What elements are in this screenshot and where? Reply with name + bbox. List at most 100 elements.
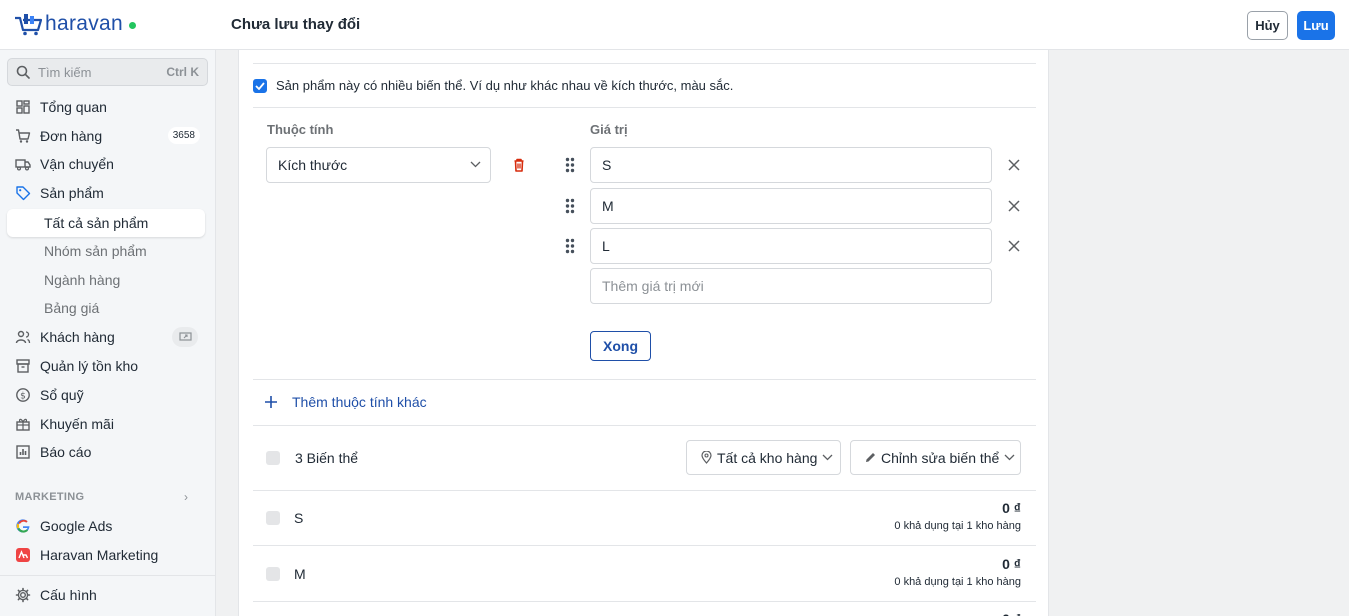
add-attribute-label: Thêm thuộc tính khác (292, 394, 427, 410)
value-input[interactable]: S (590, 147, 992, 183)
divider (253, 63, 1036, 64)
sidebar-item-orders[interactable]: Đơn hàng 3658 (0, 122, 216, 150)
sidebar-item-google-ads[interactable]: Google Ads (0, 512, 216, 540)
chevron-down-icon (1004, 454, 1015, 461)
value-input[interactable]: M (590, 188, 992, 224)
value-input[interactable]: L (590, 228, 992, 264)
sidebar-item-label: Khuyến mãi (40, 416, 114, 432)
cashbook-icon: $ (15, 387, 31, 403)
gear-icon (15, 587, 31, 603)
close-icon[interactable] (1006, 198, 1022, 214)
drag-handle-icon[interactable] (565, 238, 575, 254)
sidebar-item-label: Quản lý tồn kho (40, 358, 139, 374)
chevron-down-icon (822, 454, 833, 461)
value-header: Giá trị (590, 122, 628, 137)
sidebar-item-haravan-marketing[interactable]: Haravan Marketing (0, 541, 216, 569)
done-button[interactable]: Xong (590, 331, 651, 361)
select-all-variants-checkbox[interactable] (266, 451, 280, 465)
haravan-marketing-icon (15, 547, 31, 563)
has-variants-checkbox[interactable] (253, 79, 267, 93)
page-title: Chưa lưu thay đổi (231, 16, 361, 33)
edit-variants-dropdown[interactable]: Chỉnh sửa biến thể (850, 440, 1021, 475)
logo[interactable]: haravan (14, 12, 136, 36)
location-pin-icon (701, 451, 712, 464)
report-icon (15, 444, 31, 460)
orders-count-badge: 3658 (167, 127, 200, 144)
sidebar-item-label: Sản phẩm (40, 185, 104, 201)
sidebar-subitem-product-groups[interactable]: Nhóm sản phẩm (0, 237, 216, 265)
truck-icon (15, 156, 31, 172)
warehouse-filter-label: Tất cả kho hàng (717, 449, 818, 466)
inventory-icon (15, 358, 31, 374)
sidebar-item-overview[interactable]: Tổng quan (0, 93, 216, 121)
drag-handle-icon[interactable] (565, 198, 575, 214)
sidebar-item-promotions[interactable]: Khuyến mãi (0, 410, 216, 438)
sidebar-item-label: Sổ quỹ (40, 387, 84, 403)
google-icon (15, 518, 31, 534)
sidebar-item-customers[interactable]: Khách hàng (0, 323, 216, 351)
sidebar-item-label: Google Ads (40, 518, 113, 534)
sidebar-subitem-categories[interactable]: Ngành hàng (0, 266, 216, 294)
screen-icon (172, 327, 198, 347)
logo-text: haravan (45, 12, 123, 35)
marketing-section-label: MARKETING (15, 491, 85, 503)
dashboard-icon (15, 99, 31, 115)
divider (253, 490, 1036, 491)
variant-price: 0 ₫ (1002, 611, 1021, 616)
divider (253, 601, 1036, 602)
sidebar-item-reports[interactable]: Báo cáo (0, 438, 216, 466)
sidebar-item-label: Vận chuyển (40, 156, 114, 172)
sidebar-divider (0, 575, 216, 576)
sidebar-item-label: Đơn hàng (40, 128, 103, 144)
edit-variants-label: Chỉnh sửa biến thể (881, 449, 1000, 466)
top-bar: haravan Chưa lưu thay đổi Hủy Lưu (0, 0, 1349, 50)
attribute-select[interactable]: Kích thước (266, 147, 491, 183)
sidebar-subitem-all-products[interactable]: Tất cả sản phẩm (7, 209, 205, 237)
haravan-logo-icon (14, 12, 43, 36)
customers-icon (15, 329, 31, 345)
cart-icon (15, 128, 31, 144)
variant-checkbox[interactable] (266, 511, 280, 525)
variant-name: S (294, 510, 304, 526)
variant-price: 0 ₫ (1002, 556, 1021, 572)
sidebar-item-label: Khách hàng (40, 329, 115, 345)
sidebar-item-label: Tổng quan (40, 99, 107, 115)
chevron-down-icon (470, 161, 481, 168)
variant-availability: 0 khả dụng tại 1 kho hàng (894, 576, 1021, 588)
sidebar-item-products[interactable]: Sản phẩm (0, 179, 216, 207)
sidebar-item-label: Haravan Marketing (40, 547, 159, 563)
cancel-button[interactable]: Hủy (1247, 11, 1288, 40)
warehouse-filter-dropdown[interactable]: Tất cả kho hàng (686, 440, 841, 475)
save-button[interactable]: Lưu (1297, 11, 1335, 40)
sidebar-item-cashbook[interactable]: $ Sổ quỹ (0, 381, 216, 409)
sidebar-item-settings[interactable]: Cấu hình (0, 581, 216, 609)
variant-price: 0 ₫ (1002, 500, 1021, 516)
sidebar-item-label: Báo cáo (40, 444, 92, 460)
trash-icon[interactable] (511, 157, 527, 173)
variant-availability: 0 khả dụng tại 1 kho hàng (894, 520, 1021, 532)
tag-icon (15, 185, 31, 201)
close-icon[interactable] (1006, 238, 1022, 254)
sidebar: Tìm kiếm Ctrl K Tổng quan Đơn hàng 3658 … (0, 50, 216, 616)
chevron-right-icon[interactable]: › (184, 490, 188, 504)
sidebar-subitem-price-lists[interactable]: Bảng giá (0, 294, 216, 322)
variant-checkbox[interactable] (266, 567, 280, 581)
has-variants-label: Sản phẩm này có nhiều biến thể. Ví dụ nh… (276, 78, 734, 93)
new-value-input[interactable]: Thêm giá trị mới (590, 268, 992, 304)
add-attribute-link[interactable]: Thêm thuộc tính khác (264, 394, 427, 410)
search-icon (16, 65, 30, 79)
svg-text:$: $ (20, 391, 26, 401)
search-placeholder: Tìm kiếm (38, 64, 92, 80)
attribute-header: Thuộc tính (267, 122, 334, 137)
search-input[interactable]: Tìm kiếm Ctrl K (7, 58, 208, 86)
sidebar-item-shipping[interactable]: Vận chuyển (0, 150, 216, 178)
gift-icon (15, 416, 31, 432)
sidebar-item-inventory[interactable]: Quản lý tồn kho (0, 352, 216, 380)
pencil-icon (866, 453, 875, 462)
divider (253, 379, 1036, 380)
close-icon[interactable] (1006, 157, 1022, 173)
variants-card: Sản phẩm này có nhiều biến thể. Ví dụ nh… (238, 50, 1049, 616)
drag-handle-icon[interactable] (565, 157, 575, 173)
check-icon (255, 82, 265, 90)
divider (253, 425, 1036, 426)
